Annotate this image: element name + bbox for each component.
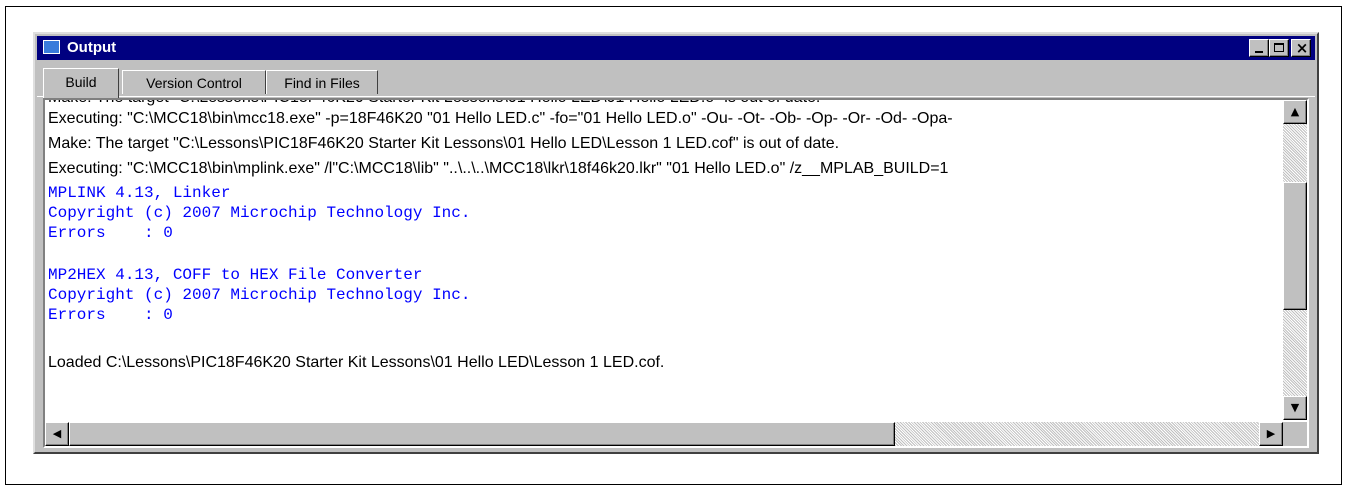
scrollbar-corner [1283,422,1307,446]
output-line: Errors : 0 [48,224,173,242]
output-line: Copyright (c) 2007 Microchip Technology … [48,286,471,304]
output-line: Executing: "C:\MCC18\bin\mplink.exe" /l"… [48,160,949,177]
window-title: Output [67,39,117,56]
left-arrow-icon: ◀ [52,427,62,440]
output-line: Make: The target "C:\Lessons\PIC18F46K20… [48,100,820,107]
scroll-down-button[interactable]: ▼ [1283,396,1307,420]
vertical-scrollbar[interactable]: ▲ ▼ [1283,100,1307,420]
output-pane[interactable]: Make: The target "C:\Lessons\PIC18F46K20… [43,98,1309,448]
up-arrow-icon: ▲ [1290,105,1300,118]
output-line: MPLINK 4.13, Linker [48,184,231,202]
output-window-icon [43,40,60,54]
output-line: Copyright (c) 2007 Microchip Technology … [48,204,471,222]
close-button[interactable]: × [1291,39,1311,57]
tab-build[interactable]: Build [43,68,119,98]
tab-find-in-files[interactable]: Find in Files [266,70,378,94]
output-line: MP2HEX 4.13, COFF to HEX File Converter [48,266,423,284]
tab-strip-divider [37,96,1315,97]
output-window: Output × Build Version Control Find in F… [33,32,1319,454]
horizontal-scroll-thumb[interactable] [69,422,895,446]
down-arrow-icon: ▼ [1290,401,1300,414]
scroll-up-button[interactable]: ▲ [1283,100,1307,124]
output-line: Executing: "C:\MCC18\bin\mcc18.exe" -p=1… [48,110,953,127]
minimize-icon [1255,51,1263,53]
scroll-right-button[interactable]: ▶ [1259,422,1283,446]
title-bar[interactable]: Output × [37,36,1315,60]
output-line: Loaded C:\Lessons\PIC18F46K20 Starter Ki… [48,354,665,371]
right-arrow-icon: ▶ [1266,427,1276,440]
scroll-left-button[interactable]: ◀ [45,422,69,446]
close-icon: × [1295,39,1309,57]
vertical-scroll-thumb[interactable] [1283,182,1307,310]
minimize-button[interactable] [1249,39,1269,57]
horizontal-scrollbar[interactable]: ◀ ▶ [45,422,1283,446]
build-output-text[interactable]: Make: The target "C:\Lessons\PIC18F46K20… [45,100,1283,420]
maximize-button[interactable] [1269,39,1289,57]
output-line: Make: The target "C:\Lessons\PIC18F46K20… [48,135,840,152]
tab-version-control[interactable]: Version Control [122,70,266,94]
output-line: Errors : 0 [48,306,173,324]
maximize-icon [1274,43,1284,52]
